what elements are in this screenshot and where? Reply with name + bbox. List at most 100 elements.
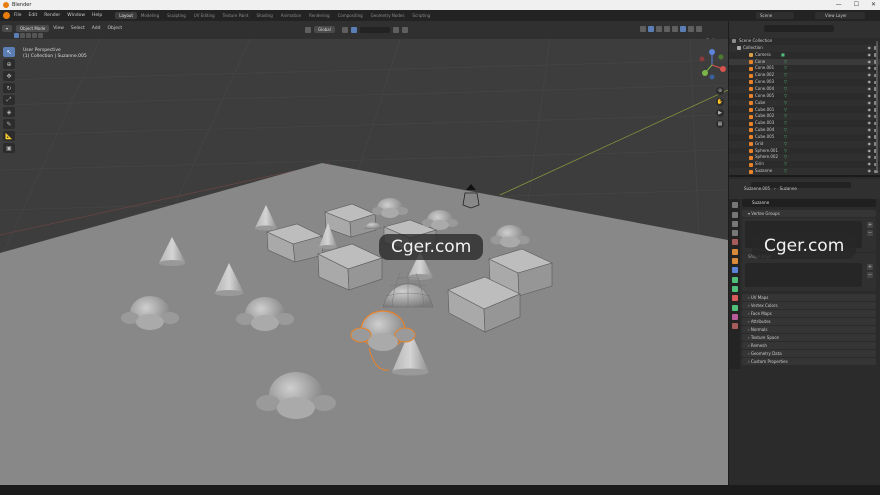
tab-animation[interactable]: Animation [277,12,305,19]
menu-object[interactable]: Object [108,26,123,31]
remove-shape-key-button[interactable]: − [867,272,873,278]
falloff-icon[interactable] [401,26,408,33]
remove-vertex-group-button[interactable]: − [867,230,873,236]
tab-scripting[interactable]: Scripting [408,12,434,19]
mesh-data-icon[interactable]: ▽ [784,168,787,175]
close-icon[interactable]: ✕ [871,1,876,8]
tab-layout[interactable]: Layout [115,12,137,19]
visibility-eye-icon[interactable]: ◉ [868,168,872,175]
select-extend-icon[interactable] [20,33,25,38]
annotate-tool-icon[interactable]: ✎ [3,119,15,129]
shape-keys-list[interactable] [745,263,862,287]
menu-select[interactable]: Select [71,26,85,31]
outliner-item[interactable]: Cone.003 ▽ ◉ [729,79,880,86]
outliner-item[interactable]: Sirin ▽ ◉ [729,161,880,168]
outliner-search-field[interactable] [764,25,834,32]
select-subtract-icon[interactable] [26,33,31,38]
menu-edit[interactable]: Edit [29,13,38,18]
mesh-data-icon[interactable]: ▽ [784,79,787,86]
wireframe-shading-icon[interactable] [672,26,678,32]
mesh-data-icon[interactable]: ▽ [784,93,787,100]
visibility-eye-icon[interactable]: ◉ [868,148,872,155]
outliner-scene-collection[interactable]: Scene Collection [729,38,880,45]
measure-tool-icon[interactable]: 📐 [3,131,15,141]
3d-viewport[interactable]: User Perspective (1) Collection | Suzann… [0,39,728,485]
tab-sculpting[interactable]: Sculpting [163,12,190,19]
object-tab-icon[interactable] [731,258,738,265]
outliner-item[interactable]: Cube.004 ▽ ◉ [729,127,880,134]
outliner-item[interactable]: Cone.005 ▽ ◉ [729,93,880,100]
visibility-eye-icon[interactable]: ◉ [868,134,872,141]
outliner-item[interactable]: Cube.005 ▽ ◉ [729,134,880,141]
outliner-item[interactable]: Cone.004 ▽ ◉ [729,85,880,93]
outliner-item[interactable]: Sphere.001 ▽ ◉ [729,148,880,155]
outliner-properties-divider[interactable] [729,175,880,177]
visibility-eye-icon[interactable]: ◉ [868,120,872,127]
particles-tab-icon[interactable] [731,276,738,283]
outliner-item[interactable]: Suzanne ▽ ◉ [729,168,880,175]
navigation-gizmo[interactable] [697,47,727,83]
world-tab-icon[interactable] [731,248,738,255]
attributes-header[interactable]: › Attributes [742,318,876,325]
pivot-point-icon[interactable] [341,26,348,33]
mesh-data-icon[interactable]: ▽ [784,154,787,161]
snap-icon[interactable] [350,26,357,33]
select-intersect-icon[interactable] [38,33,43,38]
scene-tab-icon[interactable] [731,239,738,246]
tab-geometry-nodes[interactable]: Geometry Nodes [367,12,409,19]
object-mode-dropdown[interactable]: Object Mode [16,25,50,32]
visibility-eye-icon[interactable]: ◉ [868,72,872,79]
add-shape-key-button[interactable]: + [867,264,873,270]
visibility-eye-icon[interactable]: ◉ [868,107,872,114]
select-invert-icon[interactable] [32,33,37,38]
mesh-data-icon[interactable]: ▽ [784,113,787,120]
visibility-eye-icon[interactable]: ◉ [868,65,872,72]
snap-target-field[interactable] [359,26,390,33]
grid-view-icon[interactable]: ▦ [716,120,724,128]
mesh-data-icon[interactable]: ▽ [784,161,787,168]
add-vertex-group-button[interactable]: + [867,222,873,228]
geometry-data-header[interactable]: › Geometry Data [742,350,876,357]
xray-icon[interactable] [664,26,670,32]
proportional-edit-icon[interactable] [392,26,399,33]
visibility-eye-icon[interactable]: ◉ [868,59,872,66]
solid-shading-icon[interactable] [680,26,686,32]
outliner-item[interactable]: Cube.001 ▽ ◉ [729,107,880,114]
mesh-data-icon[interactable]: ▽ [784,134,787,141]
menu-view[interactable]: View [53,26,64,31]
rotate-tool-icon[interactable]: ↻ [3,83,15,93]
visibility-eye-icon[interactable]: ◉ [868,141,872,148]
outliner-item[interactable]: Cube.003 ▽ ◉ [729,120,880,127]
mesh-data-icon[interactable]: ▽ [784,107,787,114]
blender-menu-icon[interactable] [3,12,10,19]
outliner-item[interactable]: Cube ▽ ◉ [729,99,880,107]
outliner-item[interactable]: Cone.001 ▽ ◉ [729,65,880,72]
mesh-data-icon[interactable]: ▽ [784,127,787,134]
transform-orientation-icon[interactable] [305,26,311,33]
visibility-icon[interactable] [640,26,646,32]
menu-file[interactable]: File [14,13,22,18]
maximize-icon[interactable]: ☐ [854,1,859,8]
vertex-groups-header[interactable]: ▾ Vertex Groups [742,210,876,217]
outliner-item[interactable]: Cone ▽ ◉ [729,58,880,66]
scale-tool-icon[interactable]: ⤢ [3,95,15,105]
menu-add[interactable]: Add [92,26,101,31]
visibility-eye-icon[interactable]: ◉ [868,45,872,52]
physics-tab-icon[interactable] [731,285,738,292]
menu-help[interactable]: Help [92,13,102,18]
constraints-tab-icon[interactable] [731,295,738,302]
tab-shading[interactable]: Shading [252,12,276,19]
outliner-collection[interactable]: Collection ◉ [729,44,880,52]
mesh-data-icon[interactable]: ▽ [784,86,787,93]
tab-compositing[interactable]: Compositing [334,12,367,19]
view-layer-tab-icon[interactable] [731,230,738,237]
mesh-data-name-field[interactable]: Suzanne [742,199,876,207]
tool-tab-icon[interactable] [731,202,738,209]
render-tab-icon[interactable] [731,211,738,218]
tab-rendering[interactable]: Rendering [305,12,333,19]
scene-selector[interactable]: Scene [756,12,794,19]
camera-view-icon[interactable]: ▶ [716,109,724,117]
visibility-eye-icon[interactable]: ◉ [868,79,872,86]
gizmo-icon[interactable] [648,26,654,32]
visibility-eye-icon[interactable]: ◉ [868,113,872,120]
